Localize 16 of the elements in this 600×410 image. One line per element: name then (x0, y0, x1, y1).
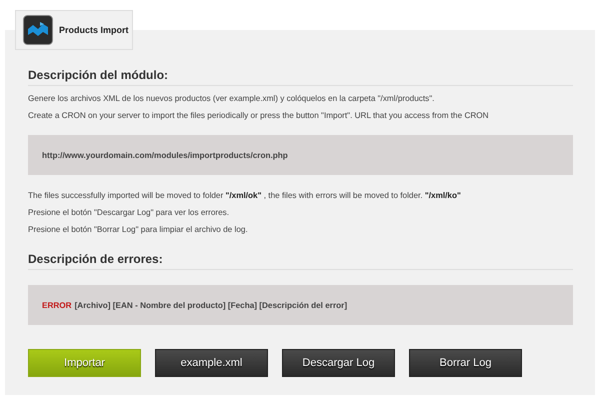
module-logo-icon (23, 15, 53, 45)
action-button[interactable]: Borrar Log (409, 349, 522, 377)
section-heading: Descripción del módulo: (28, 68, 573, 86)
tab-title: Products Import (59, 25, 129, 35)
error-format: [Archivo] [EAN - Nombre del producto] [Fecha] [Descripción del error] (74, 300, 348, 310)
module-tab[interactable]: Products Import (15, 10, 133, 50)
description-text: Presione el botón "Descargar Log" para ver los errores. (28, 208, 230, 217)
description-text: Create a CRON on your server to import the files periodically or press the button "Import". URL that you access from the CRON (28, 111, 490, 120)
error-label: ERROR (42, 300, 72, 310)
section-heading: Descripción de errores: (28, 252, 573, 270)
description-text: The files successfully imported will be moved to folder "/xml/ok" , the files with errors will be moved to folder. "/xml/ko" (28, 191, 462, 200)
action-button[interactable]: example.xml (155, 349, 268, 377)
action-button[interactable]: Descargar Log (282, 349, 395, 377)
description-text: Genere los archivos XML de los nuevos productos (ver example.xml) y colóquelos en la carpeta "/xml/products". (28, 94, 436, 103)
description-text: Presione el botón "Borrar Log" para limpiar el archivo de log. (28, 225, 249, 234)
cron-url: http://www.yourdomain.com/modules/importproducts/cron.php (42, 150, 288, 160)
